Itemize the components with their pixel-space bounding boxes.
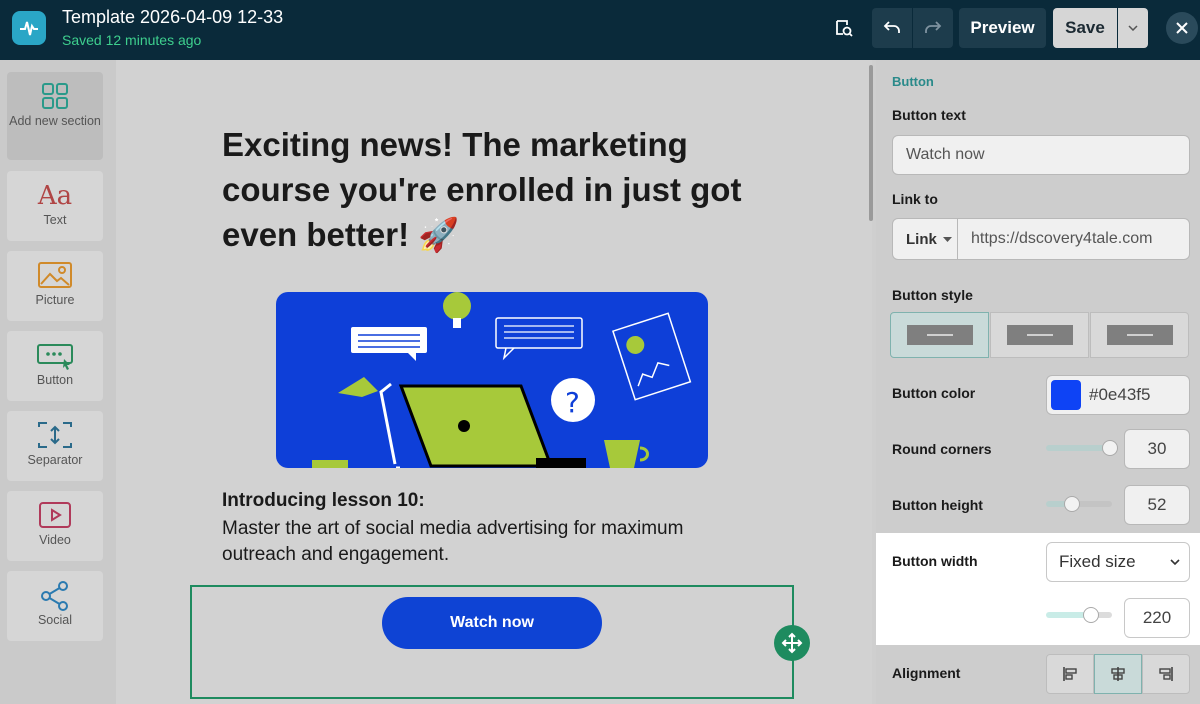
- grid-icon: [42, 83, 68, 109]
- redo-icon: [925, 21, 942, 33]
- link-to-label: Link to: [892, 191, 938, 207]
- template-title[interactable]: Template 2026-04-09 12-33: [62, 7, 283, 28]
- button-text-input[interactable]: Watch now: [892, 135, 1190, 175]
- tool-social[interactable]: Social: [7, 571, 103, 641]
- saved-status: Saved 12 minutes ago: [62, 32, 202, 48]
- tool-text[interactable]: Aa Text: [7, 171, 103, 241]
- tool-video[interactable]: Video: [7, 491, 103, 561]
- color-swatch[interactable]: [1051, 380, 1081, 410]
- move-handle[interactable]: [774, 625, 810, 661]
- tool-button[interactable]: Button: [7, 331, 103, 401]
- align-left-icon: [1063, 667, 1077, 681]
- top-bar: Template 2026-04-09 12-33 Saved 12 minut…: [0, 0, 1200, 60]
- round-corners-knob[interactable]: [1102, 440, 1118, 456]
- button-color-input[interactable]: #0e43f5: [1046, 375, 1190, 415]
- round-corners-input[interactable]: 30: [1124, 429, 1190, 469]
- laptop-illustration: ?: [312, 292, 692, 468]
- style-option-shadow[interactable]: [990, 312, 1089, 358]
- tool-separator[interactable]: Separator: [7, 411, 103, 481]
- button-style-options: [890, 312, 1189, 358]
- preview-search-icon[interactable]: [824, 8, 864, 48]
- link-url-input[interactable]: https://dscovery4tale.com: [957, 218, 1190, 260]
- save-options-button[interactable]: [1118, 8, 1148, 48]
- align-center-button[interactable]: [1094, 654, 1142, 694]
- align-left-button[interactable]: [1046, 654, 1094, 694]
- close-button[interactable]: [1166, 12, 1198, 44]
- chevron-down-icon: [942, 236, 952, 242]
- tool-sidebar: Add new section Aa Text Picture Button S…: [0, 60, 116, 704]
- style-option-gradient[interactable]: [1090, 312, 1189, 358]
- link-type-label: Link: [906, 230, 937, 248]
- button-icon: [37, 344, 73, 370]
- tool-label: Separator: [27, 453, 83, 467]
- chevron-down-icon: [1170, 559, 1180, 566]
- picture-icon: [38, 262, 72, 288]
- settings-panel: Button Button text Watch now Link to Lin…: [876, 60, 1200, 704]
- tool-label: Text: [43, 213, 67, 227]
- redo-button[interactable]: [913, 8, 953, 48]
- save-button[interactable]: Save: [1053, 8, 1117, 48]
- panel-breadcrumb[interactable]: Button: [892, 74, 934, 89]
- undo-icon: [883, 21, 900, 33]
- button-width-mode: Fixed size: [1059, 552, 1136, 571]
- align-right-button[interactable]: [1142, 654, 1190, 694]
- button-width-input[interactable]: 220: [1124, 598, 1190, 638]
- button-width-label: Button width: [892, 553, 978, 569]
- video-icon: [39, 502, 71, 528]
- tool-label: Button: [36, 373, 74, 387]
- button-width-slider[interactable]: [1046, 612, 1112, 618]
- watch-now-button[interactable]: Watch now: [382, 597, 602, 649]
- alignment-label: Alignment: [892, 665, 961, 681]
- button-width-knob[interactable]: [1083, 607, 1099, 623]
- app-logo-icon[interactable]: [12, 11, 46, 45]
- tool-label: Video: [39, 533, 71, 547]
- email-canvas[interactable]: Exciting news! The marketing course you'…: [116, 60, 872, 704]
- button-section-selected[interactable]: Watch now: [190, 585, 794, 699]
- move-icon: [781, 632, 803, 654]
- svg-text:?: ?: [565, 386, 580, 419]
- align-right-icon: [1159, 667, 1173, 681]
- lesson-body[interactable]: Master the art of social media advertisi…: [222, 516, 742, 568]
- alignment-options: [1046, 654, 1190, 694]
- text-aa-icon: Aa: [37, 181, 73, 211]
- button-height-knob[interactable]: [1064, 496, 1080, 512]
- button-text-label: Button text: [892, 107, 966, 123]
- tool-label: Add new section: [9, 114, 101, 128]
- lesson-title[interactable]: Introducing lesson 10:: [222, 490, 425, 512]
- preview-button[interactable]: Preview: [959, 8, 1046, 48]
- canvas-scrollbar[interactable]: [869, 65, 873, 221]
- color-hex: #0e43f5: [1089, 385, 1151, 404]
- tool-picture[interactable]: Picture: [7, 251, 103, 321]
- style-option-flat[interactable]: [890, 312, 989, 358]
- button-height-label: Button height: [892, 497, 983, 513]
- button-style-label: Button style: [892, 287, 973, 303]
- align-center-icon: [1111, 667, 1125, 681]
- tool-add-new-section[interactable]: Add new section: [7, 72, 103, 160]
- chevron-down-icon: [1128, 25, 1138, 31]
- button-height-input[interactable]: 52: [1124, 485, 1190, 525]
- button-color-label: Button color: [892, 385, 976, 401]
- email-headline[interactable]: Exciting news! The marketing course you'…: [222, 122, 762, 257]
- share-icon: [41, 581, 68, 611]
- button-width-group: Button width Fixed size 220: [876, 533, 1200, 645]
- link-type-select[interactable]: Link: [892, 218, 958, 260]
- separator-icon: [38, 422, 72, 448]
- round-corners-label: Round corners: [892, 441, 992, 457]
- email-illustration[interactable]: ?: [276, 292, 708, 468]
- close-icon: [1176, 22, 1188, 34]
- button-width-select[interactable]: Fixed size: [1046, 542, 1190, 582]
- tool-label: Picture: [35, 293, 75, 307]
- tool-label: Social: [37, 613, 73, 627]
- undo-button[interactable]: [872, 8, 912, 48]
